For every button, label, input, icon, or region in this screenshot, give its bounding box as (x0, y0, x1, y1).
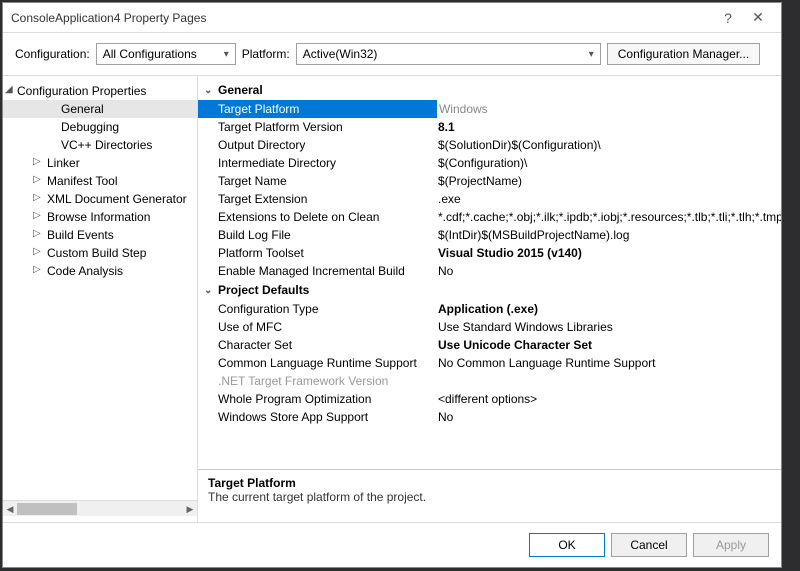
scroll-right-icon[interactable]: ▶ (183, 501, 197, 517)
arrow-collapsed-icon: ▷ (33, 264, 41, 275)
prop-target-extension[interactable]: Target Extension .exe (198, 190, 781, 208)
tree-root[interactable]: ◢ Configuration Properties (3, 82, 197, 100)
platform-value: Active(Win32) (303, 47, 378, 61)
scrollbar-thumb[interactable] (17, 503, 77, 515)
prop-output-directory[interactable]: Output Directory $(SolutionDir)$(Configu… (198, 136, 781, 154)
platform-label: Platform: (242, 47, 290, 61)
chevron-down-icon: ⌄ (204, 85, 218, 96)
group-general-label: General (218, 83, 263, 97)
arrow-collapsed-icon: ▷ (33, 246, 41, 257)
arrow-collapsed-icon: ▷ (33, 210, 41, 221)
tree-item-build-events[interactable]: ▷Build Events (3, 226, 197, 244)
arrow-collapsed-icon: ▷ (33, 192, 41, 203)
description-text: The current target platform of the proje… (208, 490, 771, 504)
description-title: Target Platform (208, 476, 771, 490)
ok-button[interactable]: OK (529, 533, 605, 557)
group-project-defaults[interactable]: ⌄ Project Defaults (198, 280, 781, 300)
tree-panel: ◢ Configuration Properties General Debug… (3, 76, 198, 522)
tree-item-code-analysis[interactable]: ▷Code Analysis (3, 262, 197, 280)
arrow-expanded-icon: ◢ (5, 84, 13, 95)
tree-item-xml-doc-generator[interactable]: ▷XML Document Generator (3, 190, 197, 208)
prop-character-set[interactable]: Character Set Use Unicode Character Set (198, 336, 781, 354)
footer: OK Cancel Apply (3, 522, 781, 567)
cancel-button[interactable]: Cancel (611, 533, 687, 557)
close-button[interactable]: ✕ (743, 9, 773, 26)
prop-enable-managed-incremental[interactable]: Enable Managed Incremental Build No (198, 262, 781, 280)
apply-button: Apply (693, 533, 769, 557)
arrow-collapsed-icon: ▷ (33, 174, 41, 185)
prop-winstore-support[interactable]: Windows Store App Support No (198, 408, 781, 426)
chevron-down-icon: ⌄ (204, 285, 218, 296)
prop-net-framework: .NET Target Framework Version (198, 372, 781, 390)
tree-item-linker[interactable]: ▷Linker (3, 154, 197, 172)
tree-item-custom-build-step[interactable]: ▷Custom Build Step (3, 244, 197, 262)
tree-item-manifest-tool[interactable]: ▷Manifest Tool (3, 172, 197, 190)
chevron-down-icon: ▾ (224, 49, 229, 60)
arrow-collapsed-icon: ▷ (33, 156, 41, 167)
platform-dropdown[interactable]: Active(Win32) ▾ (296, 43, 601, 65)
prop-use-of-mfc[interactable]: Use of MFC Use Standard Windows Librarie… (198, 318, 781, 336)
tree-item-general[interactable]: General (3, 100, 197, 118)
arrow-collapsed-icon: ▷ (33, 228, 41, 239)
tree-item-browse-information[interactable]: ▷Browse Information (3, 208, 197, 226)
configuration-dropdown[interactable]: All Configurations ▾ (96, 43, 236, 65)
prop-extensions-delete[interactable]: Extensions to Delete on Clean *.cdf;*.ca… (198, 208, 781, 226)
configuration-label: Configuration: (15, 47, 90, 61)
tree-horizontal-scrollbar[interactable]: ◀ ▶ (3, 500, 197, 516)
background-strip (780, 0, 800, 571)
body: ◢ Configuration Properties General Debug… (3, 75, 781, 522)
titlebar: ConsoleApplication4 Property Pages ? ✕ (3, 3, 781, 33)
tree-item-debugging[interactable]: Debugging (3, 118, 197, 136)
window-title: ConsoleApplication4 Property Pages (11, 11, 713, 25)
chevron-down-icon: ▾ (589, 49, 594, 60)
tree-root-label: Configuration Properties (17, 84, 146, 98)
tree-item-vcdirectories[interactable]: VC++ Directories (3, 136, 197, 154)
prop-build-log-file[interactable]: Build Log File $(IntDir)$(MSBuildProject… (198, 226, 781, 244)
configuration-value: All Configurations (103, 47, 197, 61)
prop-target-name[interactable]: Target Name $(ProjectName) (198, 172, 781, 190)
prop-clr-support[interactable]: Common Language Runtime Support No Commo… (198, 354, 781, 372)
property-pages-window: ConsoleApplication4 Property Pages ? ✕ C… (2, 2, 782, 568)
tree-items: ◢ Configuration Properties General Debug… (3, 82, 197, 500)
prop-target-platform-version[interactable]: Target Platform Version 8.1 (198, 118, 781, 136)
group-general[interactable]: ⌄ General (198, 80, 781, 100)
scroll-left-icon[interactable]: ◀ (3, 501, 17, 517)
group-defaults-label: Project Defaults (218, 283, 309, 297)
help-button[interactable]: ? (713, 10, 743, 26)
configuration-manager-button[interactable]: Configuration Manager... (607, 43, 760, 65)
prop-intermediate-directory[interactable]: Intermediate Directory $(Configuration)\ (198, 154, 781, 172)
prop-target-platform[interactable]: Target Platform Windows (198, 100, 781, 118)
main-panel: ⌄ General Target Platform Windows Target… (198, 76, 781, 522)
prop-configuration-type[interactable]: Configuration Type Application (.exe) (198, 300, 781, 318)
prop-whole-program-opt[interactable]: Whole Program Optimization <different op… (198, 390, 781, 408)
configuration-row: Configuration: All Configurations ▾ Plat… (3, 33, 781, 75)
description-box: Target Platform The current target platf… (198, 470, 781, 522)
property-grid: ⌄ General Target Platform Windows Target… (198, 76, 781, 470)
prop-platform-toolset[interactable]: Platform Toolset Visual Studio 2015 (v14… (198, 244, 781, 262)
